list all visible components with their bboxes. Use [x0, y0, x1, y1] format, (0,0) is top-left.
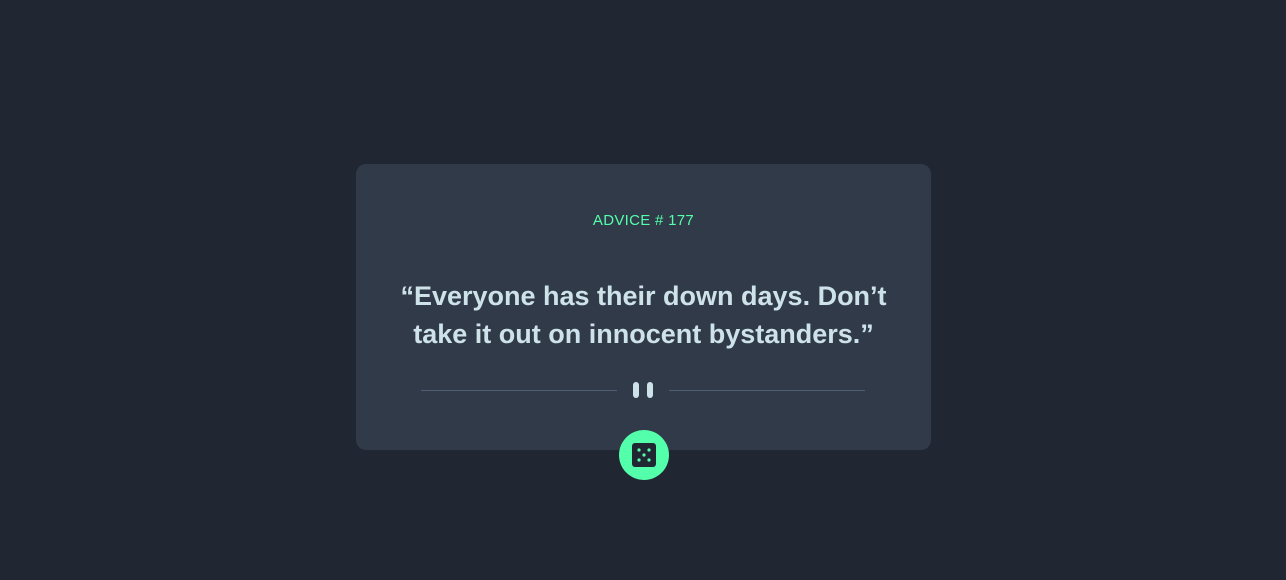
- advice-quote: “Everyone has their down days. Don’t tak…: [400, 281, 887, 349]
- divider: [421, 382, 865, 400]
- dice-icon: [632, 443, 656, 467]
- advice-card: ADVICE # 177 “Everyone has their down da…: [356, 164, 931, 450]
- divider-line-left: [421, 390, 617, 391]
- generate-advice-button[interactable]: [619, 430, 669, 480]
- advice-id-label: ADVICE # 177: [592, 212, 695, 229]
- pause-icon: [633, 382, 653, 400]
- divider-line-right: [669, 390, 865, 391]
